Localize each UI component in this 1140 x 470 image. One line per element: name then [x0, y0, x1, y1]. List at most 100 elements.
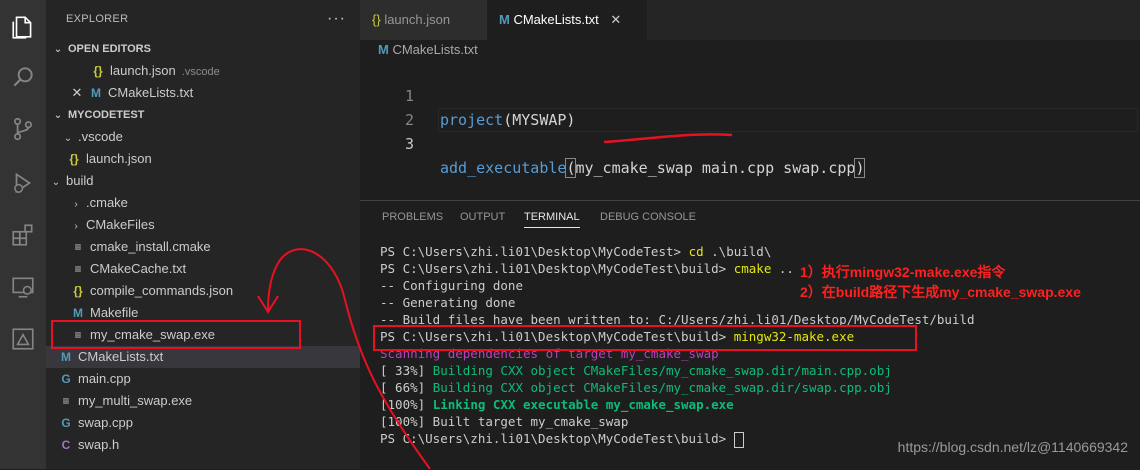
terminal-command: cd — [688, 244, 704, 259]
remote-explorer-icon[interactable] — [10, 274, 36, 300]
tab-output[interactable]: OUTPUT — [460, 211, 505, 223]
workspace-section[interactable]: ⌄ MYCODETEST — [46, 104, 366, 126]
text-file-icon: ≡ — [74, 262, 82, 276]
explorer-icon[interactable] — [10, 14, 36, 40]
tree-item-label: .vscode — [78, 129, 123, 144]
terminal-build-step: Building CXX object CMakeFiles/my_cmake_… — [432, 363, 892, 378]
tree-item-label: CMakeLists.txt — [78, 349, 164, 364]
tree-item-cmake-folder[interactable]: › .cmake — [46, 192, 384, 214]
extensions-icon[interactable] — [10, 222, 36, 248]
terminal-cursor — [733, 431, 744, 448]
cmake-file-icon: M — [61, 350, 71, 364]
json-file-icon: {} — [69, 152, 79, 166]
terminal-argument: .. — [771, 261, 794, 276]
run-debug-icon[interactable] — [10, 170, 36, 196]
open-editor-hint: .vscode — [181, 66, 220, 78]
cmake-file-icon: M — [378, 42, 389, 57]
cmake-icon[interactable] — [10, 326, 36, 352]
tree-item-label: CMakeCache.txt — [90, 261, 187, 276]
terminal-line: [100%] Built target my_cmake_swap — [380, 414, 629, 429]
tab-problems[interactable]: PROBLEMS — [382, 211, 443, 223]
tree-item-main-cpp[interactable]: Gmain.cpp — [46, 368, 372, 390]
tree-item-label: .cmake — [86, 195, 128, 210]
tree-item-vscode-folder[interactable]: ⌄ .vscode — [46, 126, 376, 148]
tab-debug-console[interactable]: DEBUG CONSOLE — [600, 211, 696, 223]
text-file-icon: ≡ — [74, 240, 82, 254]
open-editors-label: OPEN EDITORS — [68, 43, 151, 55]
code-line: 2 — [360, 84, 414, 129]
terminal-line: PS C:\Users\zhi.li01\Desktop\MyCodeTest\… — [380, 430, 744, 448]
breadcrumb-file: CMakeLists.txt — [392, 42, 478, 57]
code-bracket: ) — [854, 158, 866, 178]
terminal-progress: [ 66%] — [380, 380, 433, 395]
terminal-prompt: PS C:\Users\zhi.li01\Desktop\MyCodeTest\… — [380, 431, 734, 446]
highlight-make-command-box — [373, 325, 917, 351]
tree-item-label: swap.cpp — [78, 415, 133, 430]
tree-item-swap-h[interactable]: Cswap.h — [46, 434, 372, 456]
chevron-down-icon: ⌄ — [51, 177, 61, 188]
tree-item-label: swap.h — [78, 437, 120, 452]
source-control-icon[interactable] — [10, 116, 36, 142]
tree-item-label: CMakeFiles — [86, 217, 155, 232]
c-header-file-icon: C — [61, 438, 71, 452]
explorer-title: EXPLORER — [66, 13, 129, 25]
terminal-line: [100%] Linking CXX executable my_cmake_s… — [380, 396, 734, 413]
tree-item-cmake-install[interactable]: ≡ cmake_install.cmake — [46, 236, 384, 258]
code-line: 1 project(MYSWAP) — [360, 60, 576, 129]
json-file-icon: {} — [372, 12, 381, 27]
cmake-file-icon: M — [499, 12, 510, 27]
breadcrumb[interactable]: M CMakeLists.txt — [360, 40, 1140, 60]
text-file-icon: ≡ — [62, 394, 70, 408]
tab-terminal[interactable]: TERMINAL — [524, 211, 580, 228]
open-editor-name: CMakeLists.txt — [108, 85, 194, 100]
workspace-label: MYCODETEST — [68, 109, 145, 121]
terminal-line: -- Generating done — [380, 295, 516, 310]
annotation-note-2: 2）在build路径下生成my_cmake_swap.exe — [800, 284, 1081, 300]
code-text: (MYSWAP) — [503, 111, 576, 129]
cmake-file-icon: M — [91, 86, 101, 100]
tree-item-cmakelists[interactable]: M CMakeLists.txt — [46, 346, 372, 368]
tree-item-build-folder[interactable]: ⌄ build — [46, 170, 364, 192]
line-number: 3 — [404, 135, 414, 153]
activity-bar — [0, 0, 46, 469]
more-actions-icon[interactable]: ··· — [327, 10, 346, 28]
tree-item-cmakecache[interactable]: ≡ CMakeCache.txt — [46, 258, 384, 280]
terminal-line: PS C:\Users\zhi.li01\Desktop\MyCodeTest\… — [380, 260, 794, 277]
terminal-build-step: Linking CXX executable my_cmake_swap.exe — [432, 397, 734, 412]
terminal-prompt: PS C:\Users\zhi.li01\Desktop\MyCodeTest> — [380, 244, 689, 259]
highlight-exe-file-box — [51, 320, 301, 349]
chevron-right-icon: › — [74, 199, 78, 210]
terminal-prompt: PS C:\Users\zhi.li01\Desktop\MyCodeTest\… — [380, 261, 734, 276]
chevron-down-icon: ⌄ — [63, 133, 73, 144]
close-icon[interactable]: ✕ — [610, 12, 621, 27]
tree-item-swap-cpp[interactable]: Gswap.cpp — [46, 412, 372, 434]
chevron-down-icon: ⌄ — [53, 44, 63, 55]
tree-item-cmakefiles-folder[interactable]: › CMakeFiles — [46, 214, 384, 236]
terminal-progress: [ 33%] — [380, 363, 433, 378]
chevron-right-icon: › — [74, 221, 78, 232]
open-editor-item[interactable]: ✕ M CMakeLists.txt — [46, 82, 384, 104]
open-editor-item[interactable]: {} launch.json .vscode — [46, 60, 404, 82]
terminal-line: PS C:\Users\zhi.li01\Desktop\MyCodeTest>… — [380, 243, 771, 260]
terminal-line: -- Configuring done — [380, 278, 523, 293]
terminal-line: [ 66%] Building CXX object CMakeFiles/my… — [380, 379, 892, 396]
tree-item-my-multi-swap-exe[interactable]: ≡ my_multi_swap.exe — [46, 390, 372, 412]
open-editors-section[interactable]: ⌄ OPEN EDITORS — [46, 38, 366, 60]
underline-stroke — [603, 133, 733, 144]
watermark: https://blog.csdn.net/lz@1140669342 — [897, 439, 1128, 455]
chevron-down-icon: ⌄ — [53, 110, 63, 121]
tab-launch-json[interactable]: {} launch.json — [360, 0, 488, 40]
annotation-note-1: 1）执行mingw32-make.exe指令 — [800, 264, 1006, 280]
tab-label: launch.json — [384, 12, 451, 27]
close-icon[interactable]: ✕ — [70, 82, 84, 104]
search-icon[interactable] — [10, 64, 36, 90]
tab-label: CMakeLists.txt — [513, 12, 599, 27]
json-file-icon: {} — [73, 284, 83, 298]
editor-tabs: {} launch.json M CMakeLists.txt ✕ — [360, 0, 1140, 40]
tab-cmakelists[interactable]: M CMakeLists.txt ✕ — [487, 0, 647, 40]
tree-item-label: main.cpp — [78, 371, 131, 386]
tree-item-launch-json[interactable]: {} launch.json — [46, 148, 380, 170]
tree-item-compile-commands[interactable]: {} compile_commands.json — [46, 280, 384, 302]
tree-item-label: cmake_install.cmake — [90, 239, 211, 254]
terminal-argument: .\build\ — [703, 244, 772, 259]
